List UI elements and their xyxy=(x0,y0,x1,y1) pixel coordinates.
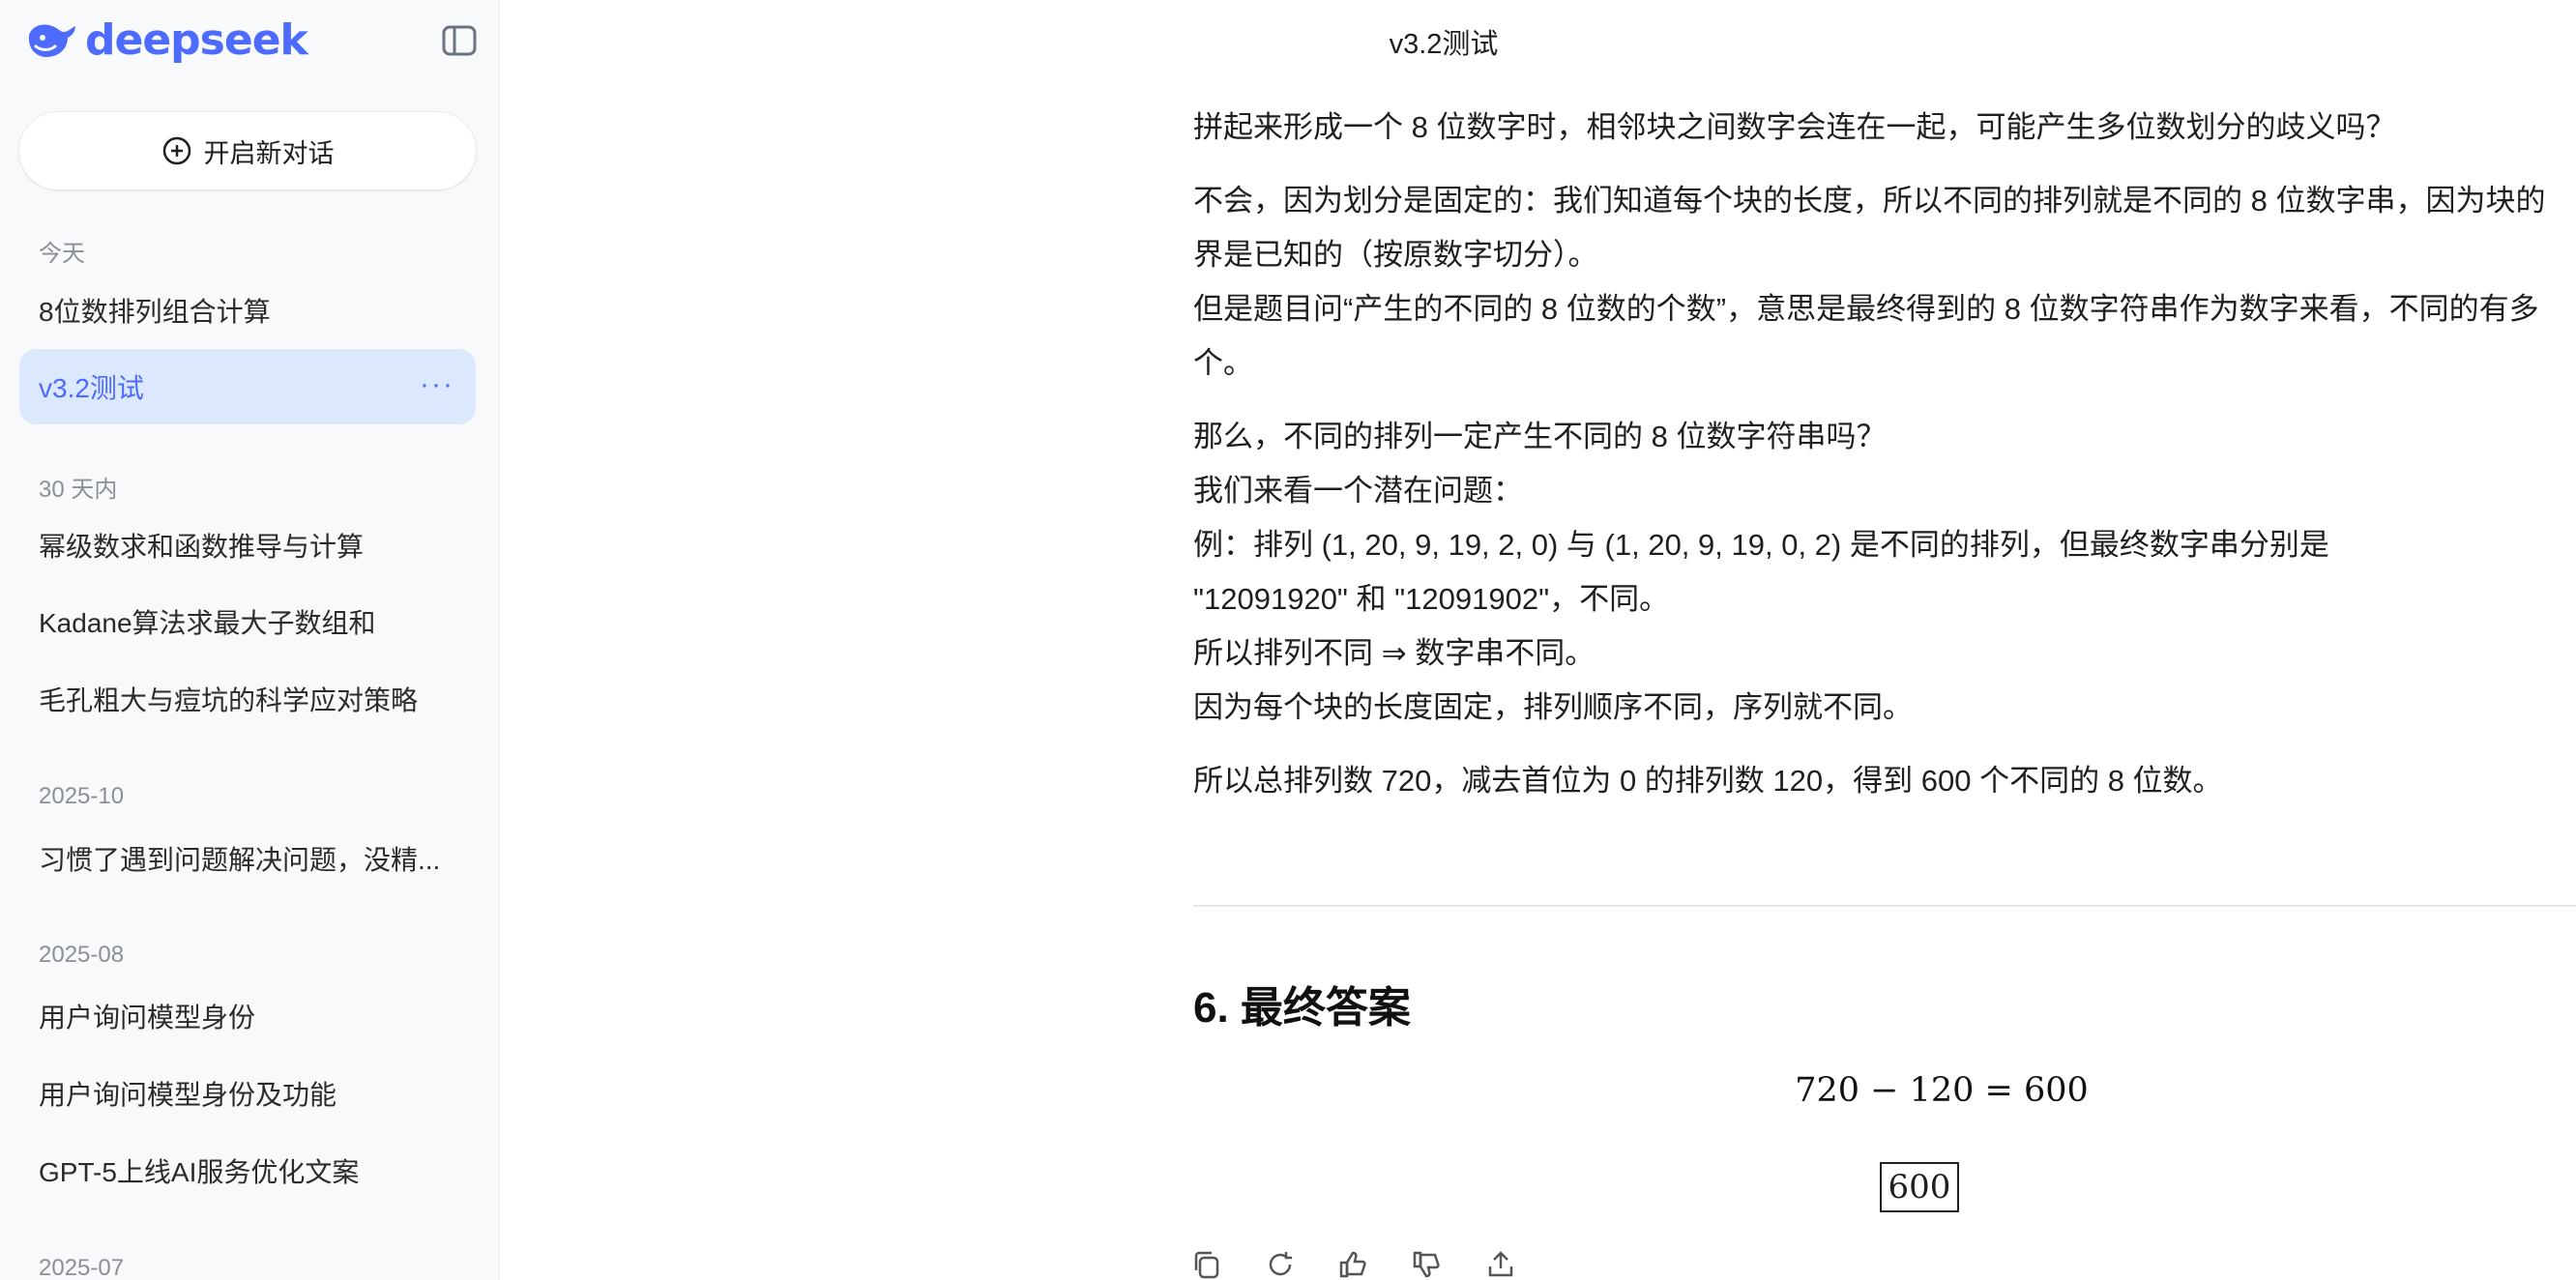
math-equation: 720 − 120 = 600 xyxy=(1795,1071,2089,1110)
new-chat-button[interactable]: 开启新对话 xyxy=(19,112,476,189)
text-line: 那么，不同的排列一定产生不同的 8 位数字符串吗？ xyxy=(1193,420,1887,453)
thumbs-down-icon[interactable] xyxy=(1412,1249,1443,1280)
brand[interactable]: deepseek xyxy=(25,15,308,65)
share-icon[interactable] xyxy=(1485,1249,1516,1280)
text-line: 不会，因为划分是固定的：我们知道每个块的长度，所以不同的排列就是不同的 8 位数… xyxy=(1193,184,2546,218)
text-line: 我们来看一个潜在问题： xyxy=(1193,474,1523,508)
section-label-2025-07: 2025-07 xyxy=(39,1255,125,1280)
message-paragraph: 那么，不同的排列一定产生不同的 8 位数字符串吗？ 我们来看一个潜在问题： 例：… xyxy=(1193,410,2576,735)
sidebar-toggle-button[interactable] xyxy=(441,23,478,58)
sidebar-chat-item[interactable]: 毛孔粗大与痘坑的科学应对策略 xyxy=(19,661,476,737)
text-line: 所以总排列数 720，减去首位为 0 的排列数 120，得到 600 个不同的 … xyxy=(1193,764,2223,798)
chat-title: v3.2测试 xyxy=(1389,29,1499,60)
section-heading: 6. 最终答案 xyxy=(1193,984,1411,1032)
text-line: 拼起来形成一个 8 位数字时，相邻块之间数字会连在一起，可能产生多位数划分的歧义… xyxy=(1193,110,2396,144)
boxed-answer: 600 xyxy=(1880,1162,1959,1212)
sidebar-chat-label: v3.2测试 xyxy=(39,373,144,403)
section-label-2025-10: 2025-10 xyxy=(39,783,125,809)
plus-circle-icon xyxy=(162,136,190,165)
section-label-2025-08: 2025-08 xyxy=(39,942,125,968)
sidebar: deepseek 开启新对话 今天 8位数排列组合计算 v3.2测试 ··· 3… xyxy=(0,0,500,1280)
brand-name: deepseek xyxy=(85,15,308,65)
message-paragraph: 所以总排列数 720，减去首位为 0 的排列数 120，得到 600 个不同的 … xyxy=(1193,754,2576,808)
assistant-message: 拼起来形成一个 8 位数字时，相邻块之间数字会连在一起，可能产生多位数划分的歧义… xyxy=(1193,101,2576,828)
new-chat-label: 开启新对话 xyxy=(203,138,335,168)
message-actions xyxy=(1191,1249,1516,1280)
sidebar-chat-item[interactable]: 用户询问模型身份及功能 xyxy=(19,1056,476,1131)
sidebar-chat-item[interactable]: Kadane算法求最大子数组和 xyxy=(19,584,476,659)
regenerate-icon[interactable] xyxy=(1265,1249,1296,1280)
message-paragraph: 拼起来形成一个 8 位数字时，相邻块之间数字会连在一起，可能产生多位数划分的歧义… xyxy=(1193,101,2576,155)
text-line: 因为每个块的长度固定，排列顺序不同，序列就不同。 xyxy=(1193,690,1913,724)
more-options-icon[interactable]: ··· xyxy=(420,368,454,401)
chat-main: v3.2测试 拼起来形成一个 8 位数字时，相邻块之间数字会连在一起，可能产生多… xyxy=(501,0,2576,1280)
sidebar-chat-item[interactable]: 幂级数求和函数推导与计算 xyxy=(19,508,476,583)
text-line: 例：排列 (1, 20, 9, 19, 2, 0) 与 (1, 20, 9, 1… xyxy=(1193,528,2329,562)
sidebar-toggle-icon xyxy=(442,25,477,56)
thumbs-up-icon[interactable] xyxy=(1338,1249,1369,1280)
sidebar-chat-item[interactable]: 习惯了遇到问题解决问题，没精... xyxy=(19,821,476,896)
sidebar-chat-item[interactable]: GPT-5上线AI服务优化文案 xyxy=(19,1133,476,1208)
section-label-30-days: 30 天内 xyxy=(39,477,118,503)
whale-logo-icon xyxy=(29,24,75,57)
copy-icon[interactable] xyxy=(1191,1249,1222,1280)
sidebar-chat-item[interactable]: 用户询问模型身份 xyxy=(19,978,476,1054)
sidebar-chat-item-active[interactable]: v3.2测试 ··· xyxy=(19,349,476,424)
section-label-today: 今天 xyxy=(39,241,85,267)
text-line: 但是题目问“产生的不同的 8 位数的个数”，意思是最终得到的 8 位数字符串作为… xyxy=(1193,292,2539,326)
text-line: 界是已知的（按原数字切分）。 xyxy=(1193,238,1598,272)
sidebar-chat-item[interactable]: 8位数排列组合计算 xyxy=(19,273,476,348)
text-line: "12091920" 和 "12091902"，不同。 xyxy=(1193,582,1670,616)
message-paragraph: 不会，因为划分是固定的：我们知道每个块的长度，所以不同的排列就是不同的 8 位数… xyxy=(1193,174,2576,391)
section-divider xyxy=(1193,905,2576,907)
text-line: 所以排列不同 ⇒ 数字串不同。 xyxy=(1193,636,1595,670)
text-line: 个。 xyxy=(1193,346,1253,380)
